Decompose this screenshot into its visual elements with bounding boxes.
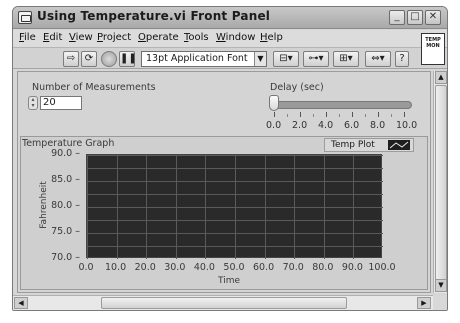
minimize-button[interactable]: _	[389, 10, 405, 25]
toolbar: ⇨ ⟳ ❚❚ 13pt Application Font ▼ ⊟▾ ⊶▾ ⊞▾ …	[13, 47, 447, 69]
slider-scale-label: 0.0	[266, 120, 282, 131]
scroll-left-icon[interactable]: ◀	[14, 297, 28, 309]
slider-scale-label: 2.0	[292, 120, 308, 131]
vertical-scroll-thumb[interactable]	[435, 85, 447, 281]
plot-legend[interactable]: Temp Plot	[324, 138, 414, 152]
font-select[interactable]: 13pt Application Font ▼	[141, 51, 267, 67]
y-tick-label: 75.0 –	[51, 226, 80, 237]
x-tick-label: 100.0	[368, 262, 396, 273]
x-tick-label: 0.0	[78, 262, 94, 273]
scroll-up-icon[interactable]: ▲	[435, 71, 447, 84]
reorder-icon[interactable]: ⇔▾	[365, 51, 391, 67]
menu-window[interactable]: Window	[216, 32, 255, 43]
x-tick-label: 40.0	[193, 262, 215, 273]
y-tick-label: 90.0 –	[51, 148, 80, 159]
slider-minor-tick	[313, 114, 314, 117]
menu-file[interactable]: File	[19, 32, 36, 43]
slider-scale-label: 6.0	[344, 120, 360, 131]
front-panel: Number of Measurements ▴ ▾ 20 Delay (sec)…	[17, 71, 431, 293]
slider-minor-tick	[339, 114, 340, 117]
window-title: Using Temperature.vi Front Panel	[37, 9, 271, 23]
slider-major-tick	[378, 112, 379, 117]
resize-icon[interactable]: ⊞▾	[333, 51, 359, 67]
slider-major-tick	[352, 112, 353, 117]
slider-major-tick	[274, 112, 275, 117]
menu-project[interactable]: Project	[97, 32, 131, 43]
slider-major-tick	[326, 112, 327, 117]
vi-icon[interactable]: TEMP MON	[421, 33, 445, 65]
slider-minor-tick	[365, 114, 366, 117]
plot-area[interactable]	[86, 154, 383, 259]
pause-icon[interactable]: ❚❚	[119, 51, 137, 67]
legend-swatch-icon	[388, 140, 410, 150]
x-tick-label: 20.0	[134, 262, 156, 273]
slider-major-tick	[404, 112, 405, 117]
legend-label: Temp Plot	[331, 140, 375, 150]
slider-scale-label: 10.0	[396, 120, 418, 131]
x-tick-label: 70.0	[282, 262, 304, 273]
x-tick-label: 10.0	[105, 262, 127, 273]
y-tick-label: 80.0 –	[51, 200, 80, 211]
x-tick-label: 50.0	[223, 262, 245, 273]
y-axis-label: Fahrenheit	[38, 181, 49, 229]
help-icon[interactable]: ?	[395, 51, 409, 67]
close-button[interactable]: ✕	[425, 10, 441, 25]
vertical-scrollbar[interactable]: ▲ ▼	[433, 71, 447, 293]
distribute-icon[interactable]: ⊶▾	[303, 51, 329, 67]
align-icon[interactable]: ⊟▾	[273, 51, 299, 67]
menu-help[interactable]: Help	[260, 32, 283, 43]
y-tick-label: 85.0 –	[51, 174, 80, 185]
num-measurements-label: Number of Measurements	[32, 82, 156, 93]
slider-minor-tick	[287, 114, 288, 117]
labview-icon	[18, 11, 32, 24]
slider-scale-label: 4.0	[318, 120, 334, 131]
title-bar[interactable]: Using Temperature.vi Front Panel _ □ ✕	[13, 7, 447, 29]
run-arrow-icon[interactable]: ⇨	[63, 51, 79, 67]
delay-label: Delay (sec)	[270, 82, 324, 93]
menu-operate[interactable]: Operate	[138, 32, 179, 43]
vi-front-panel-window: Using Temperature.vi Front Panel _ □ ✕ F…	[12, 6, 448, 311]
horizontal-scroll-thumb[interactable]	[101, 297, 347, 309]
resize-grip-icon[interactable]	[433, 295, 447, 310]
scroll-down-icon[interactable]: ▼	[435, 279, 447, 292]
slider-major-tick	[300, 112, 301, 117]
menu-edit[interactable]: Edit	[43, 32, 62, 43]
menu-tools[interactable]: Tools	[184, 32, 209, 43]
horizontal-scrollbar[interactable]: ◀ ▶	[13, 295, 433, 310]
x-tick-label: 60.0	[253, 262, 275, 273]
x-tick-label: 80.0	[312, 262, 334, 273]
font-select-value: 13pt Application Font	[146, 53, 248, 64]
slider-minor-tick	[391, 114, 392, 117]
x-axis-label: Time	[218, 276, 241, 286]
increment-decrement-icon[interactable]: ▴ ▾	[28, 96, 38, 110]
chevron-down-icon: ▼	[254, 52, 266, 66]
menu-bar: File Edit View Project Operate Tools Win…	[13, 30, 447, 47]
plot-grid	[87, 155, 383, 259]
scroll-right-icon[interactable]: ▶	[417, 297, 431, 309]
delay-slider-track[interactable]	[270, 101, 412, 109]
slider-scale-label: 8.0	[370, 120, 386, 131]
x-tick-label: 90.0	[341, 262, 363, 273]
maximize-button[interactable]: □	[407, 10, 423, 25]
abort-icon[interactable]	[101, 51, 117, 67]
delay-slider-ticks	[274, 112, 405, 118]
menu-view[interactable]: View	[69, 32, 93, 43]
vi-icon-text: TEMP MON	[425, 37, 441, 49]
delay-slider-thumb[interactable]	[269, 95, 279, 111]
x-tick-label: 30.0	[164, 262, 186, 273]
run-continuously-icon[interactable]: ⟳	[81, 51, 97, 67]
num-measurements-input[interactable]: 20	[40, 96, 82, 110]
